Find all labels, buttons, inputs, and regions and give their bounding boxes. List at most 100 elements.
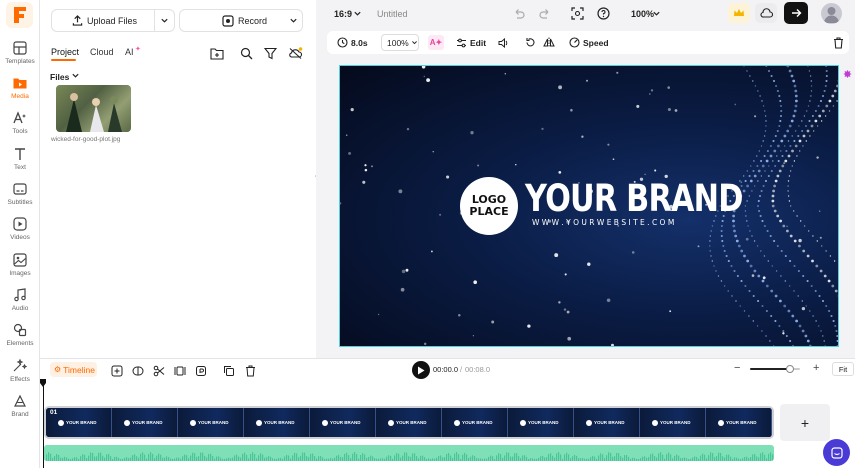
search-icon[interactable] bbox=[236, 43, 256, 63]
clip-frame: YOUR BRAND bbox=[376, 408, 442, 437]
zoom-in-icon[interactable]: + bbox=[813, 362, 819, 374]
video-track-clip[interactable]: YOUR BRAND YOUR BRAND YOUR BRAND YOUR BRAND… bbox=[44, 406, 774, 439]
sidebar-item-text[interactable]: Text bbox=[0, 146, 40, 180]
trim-icon[interactable] bbox=[172, 363, 188, 379]
ai-tools-icon bbox=[12, 110, 28, 126]
frame-logo-dot bbox=[454, 419, 460, 426]
cloud-save-button[interactable] bbox=[755, 3, 777, 23]
chevron-down-icon[interactable] bbox=[652, 9, 661, 18]
scissors-icon[interactable] bbox=[151, 363, 167, 379]
audio-icon bbox=[12, 287, 28, 303]
filter-icon[interactable] bbox=[260, 43, 280, 63]
chevron-down-icon[interactable] bbox=[353, 9, 362, 18]
arrow-right-icon bbox=[791, 9, 801, 17]
timeline-icon: ⚙ bbox=[54, 365, 62, 374]
sidebar-item-label: Templates bbox=[5, 58, 35, 65]
scale-value: 100% bbox=[387, 37, 409, 48]
duration-control[interactable]: 8.0s bbox=[337, 31, 368, 54]
media-panel: Upload Files Record Project Cloud AI ✦ F… bbox=[40, 0, 320, 358]
chevron-down-icon[interactable] bbox=[160, 16, 169, 25]
images-icon bbox=[12, 252, 28, 268]
app-logo[interactable] bbox=[6, 2, 33, 28]
clip-frame: YOUR BRAND bbox=[310, 408, 376, 437]
project-title[interactable]: Untitled bbox=[377, 9, 408, 19]
brand-headline: YOUR BRAND bbox=[525, 177, 743, 220]
sidebar-item-audio[interactable]: Audio bbox=[0, 287, 40, 321]
zoom-select[interactable]: 100% bbox=[631, 9, 654, 19]
frame-text: YOUR BRAND bbox=[660, 420, 691, 425]
delete-icon[interactable] bbox=[833, 31, 844, 54]
edit-button[interactable]: Edit bbox=[456, 31, 486, 54]
add-clip-button[interactable]: + bbox=[780, 404, 830, 441]
sidebar-item-subtitles[interactable]: Subtitles bbox=[0, 181, 40, 215]
sidebar-item-videos[interactable]: Videos bbox=[0, 216, 40, 250]
frame-text: YOUR BRAND bbox=[462, 420, 493, 425]
tab-ai[interactable]: AI bbox=[125, 47, 134, 57]
chevron-down-icon[interactable] bbox=[71, 71, 80, 80]
zoom-slider-handle[interactable] bbox=[786, 365, 794, 373]
zoom-slider-fill bbox=[750, 368, 790, 370]
split-icon[interactable] bbox=[130, 363, 146, 379]
tab-cloud[interactable]: Cloud bbox=[90, 47, 114, 57]
speed-clip-icon[interactable] bbox=[193, 363, 209, 379]
help-icon[interactable] bbox=[597, 7, 610, 20]
templates-icon bbox=[12, 40, 28, 56]
zoom-slider[interactable] bbox=[750, 365, 800, 373]
screen-capture-icon[interactable] bbox=[571, 7, 584, 20]
timeline-toggle[interactable]: ⚙ Timeline bbox=[50, 362, 97, 377]
flip-icon[interactable] bbox=[543, 31, 555, 54]
scale-select[interactable]: 100% bbox=[381, 34, 419, 51]
frame-text: YOUR BRAND bbox=[330, 420, 361, 425]
duplicate-icon[interactable] bbox=[221, 363, 237, 379]
play-button[interactable] bbox=[412, 361, 430, 379]
record-icon bbox=[222, 14, 234, 27]
sidebar-item-label: Subtitles bbox=[7, 199, 33, 206]
add-media-icon[interactable] bbox=[109, 363, 125, 379]
sparkle-icon: ✦ bbox=[135, 46, 141, 53]
frame-logo-dot bbox=[520, 419, 526, 426]
media-thumbnail[interactable] bbox=[56, 85, 131, 132]
undo-icon[interactable] bbox=[513, 8, 525, 19]
tab-project[interactable]: Project bbox=[51, 47, 79, 57]
sidebar-item-label: Elements bbox=[6, 340, 34, 347]
chevron-down-icon bbox=[411, 39, 418, 46]
speed-button[interactable]: Speed bbox=[569, 31, 609, 54]
timeline-panel: ⚙ Timeline 00:00.0 / 00:08.0 − + Fit YOU… bbox=[40, 358, 855, 468]
fit-button[interactable]: Fit bbox=[832, 362, 854, 376]
volume-icon[interactable] bbox=[498, 31, 509, 54]
avatar[interactable] bbox=[821, 3, 842, 24]
magic-tool-icon[interactable]: ✸ bbox=[842, 68, 853, 81]
video-canvas[interactable]: LOGO PLACE YOUR BRAND W W W . Y O U R W … bbox=[339, 65, 839, 347]
media-icon bbox=[12, 75, 28, 91]
cloud-off-icon[interactable] bbox=[285, 43, 305, 63]
record-button[interactable]: Record bbox=[179, 9, 303, 32]
sidebar-item-label: Tools bbox=[12, 128, 28, 135]
frame-text: YOUR BRAND bbox=[528, 420, 559, 425]
chat-support-button[interactable] bbox=[823, 439, 850, 466]
sidebar-item-elements[interactable]: Elements bbox=[0, 322, 40, 356]
sliders-icon bbox=[457, 38, 466, 47]
frame-text: YOUR BRAND bbox=[66, 420, 97, 425]
aspect-ratio-select[interactable]: 16:9 bbox=[334, 9, 352, 19]
frame-logo-dot bbox=[58, 419, 64, 426]
sidebar-item-effects[interactable]: Effects bbox=[0, 358, 40, 392]
upload-files-label: Upload Files bbox=[87, 15, 138, 26]
chevron-down-icon[interactable] bbox=[289, 16, 298, 25]
export-button[interactable] bbox=[784, 2, 808, 24]
redo-icon[interactable] bbox=[539, 8, 551, 19]
sidebar-item-templates[interactable]: Templates bbox=[0, 40, 40, 74]
new-folder-icon[interactable] bbox=[207, 43, 227, 63]
zoom-out-icon[interactable]: − bbox=[734, 362, 740, 374]
sidebar-item-tools[interactable]: Tools bbox=[0, 110, 40, 144]
trash-icon[interactable] bbox=[242, 363, 258, 379]
clip-toolbar: 8.0s 100% A✦ Edit Speed bbox=[327, 31, 849, 54]
ai-tools-button[interactable]: A✦ bbox=[428, 35, 444, 50]
sidebar-item-media[interactable]: Media bbox=[0, 75, 40, 109]
rotate-icon[interactable] bbox=[525, 31, 536, 54]
sidebar-item-images[interactable]: Images bbox=[0, 252, 40, 286]
upload-files-button[interactable]: Upload Files bbox=[51, 9, 175, 32]
audio-waveform bbox=[44, 452, 774, 461]
audio-track-clip[interactable] bbox=[44, 445, 774, 461]
sidebar-item-brand[interactable]: Brand bbox=[0, 393, 40, 427]
premium-button[interactable] bbox=[728, 3, 750, 23]
